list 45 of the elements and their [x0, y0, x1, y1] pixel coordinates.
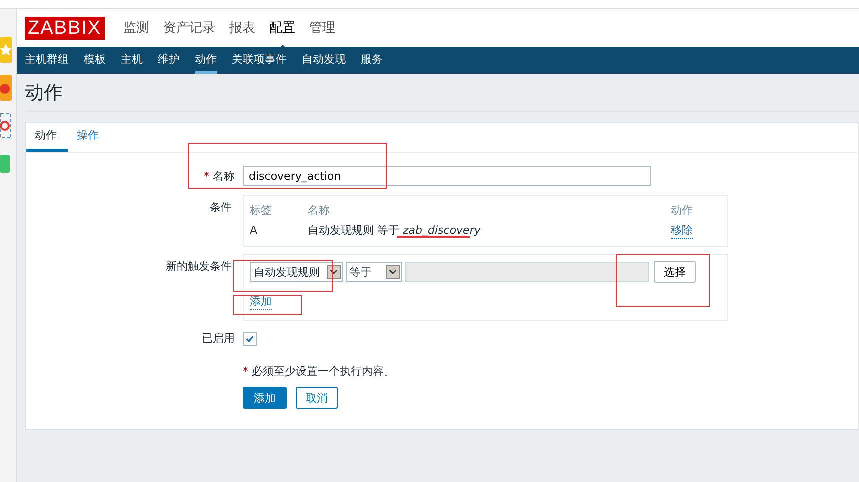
submenu-item[interactable]: 主机 — [121, 47, 143, 74]
remove-link[interactable]: 移除 — [671, 224, 693, 238]
annotation-box — [233, 295, 302, 315]
column-header: 名称 — [308, 203, 331, 219]
zabbix-logo[interactable]: ZABBIX — [25, 16, 105, 40]
submenu-item[interactable]: 动作 — [195, 47, 217, 74]
field-label: 新的触发条件 — [166, 260, 232, 273]
submenu-item[interactable]: 关联项事件 — [232, 47, 287, 74]
required-mark: * — [204, 170, 210, 183]
enabled-checkbox[interactable] — [243, 332, 257, 346]
menu-item[interactable]: 报表 — [230, 19, 256, 37]
required-mark: * — [243, 365, 248, 378]
column-header: 标签 — [250, 203, 273, 219]
operator-select[interactable]: 等于 — [346, 262, 402, 282]
menu-item[interactable]: 管理 — [310, 19, 336, 37]
add-link[interactable]: 添加 — [250, 295, 272, 310]
table-cell: 自动发现规则 等于 — [308, 224, 400, 237]
field-label: 条件 — [210, 201, 232, 214]
condition-type-select[interactable]: 自动发现规则 — [250, 262, 343, 282]
submenu-item[interactable]: 主机群组 — [25, 47, 69, 74]
add-button[interactable]: 添加 — [243, 387, 287, 409]
submenu-item[interactable]: 维护 — [158, 47, 180, 74]
menu-item[interactable]: 监测 — [124, 19, 150, 37]
page-title: 动作 — [25, 74, 859, 112]
select-button[interactable]: 选择 — [654, 261, 696, 283]
name-input[interactable]: discovery_action — [243, 166, 651, 186]
app-icon[interactable] — [0, 113, 12, 139]
tab[interactable]: 操作 — [68, 123, 107, 152]
submenu-item[interactable]: 服务 — [361, 47, 383, 74]
caret-icon — [386, 265, 400, 279]
field-label: 名称 — [213, 170, 235, 183]
submenu-item[interactable]: 模板 — [84, 47, 106, 74]
column-header: 动作 — [671, 203, 694, 219]
value-field[interactable] — [405, 262, 649, 282]
logo-icon[interactable] — [0, 75, 12, 101]
submenu-item[interactable]: 自动发现 — [302, 47, 346, 74]
note-text: 必须至少设置一个执行内容。 — [252, 365, 395, 378]
caret-icon — [327, 265, 341, 279]
tab[interactable]: 动作 — [26, 123, 68, 152]
cancel-button[interactable]: 取消 — [296, 387, 338, 409]
table-cell: zab_discovery — [403, 224, 481, 237]
field-label: 已启用 — [202, 332, 235, 345]
checkmark-icon — [246, 335, 254, 343]
menu-item[interactable]: 资产记录 — [164, 19, 216, 37]
table-cell-text: A — [250, 223, 259, 239]
